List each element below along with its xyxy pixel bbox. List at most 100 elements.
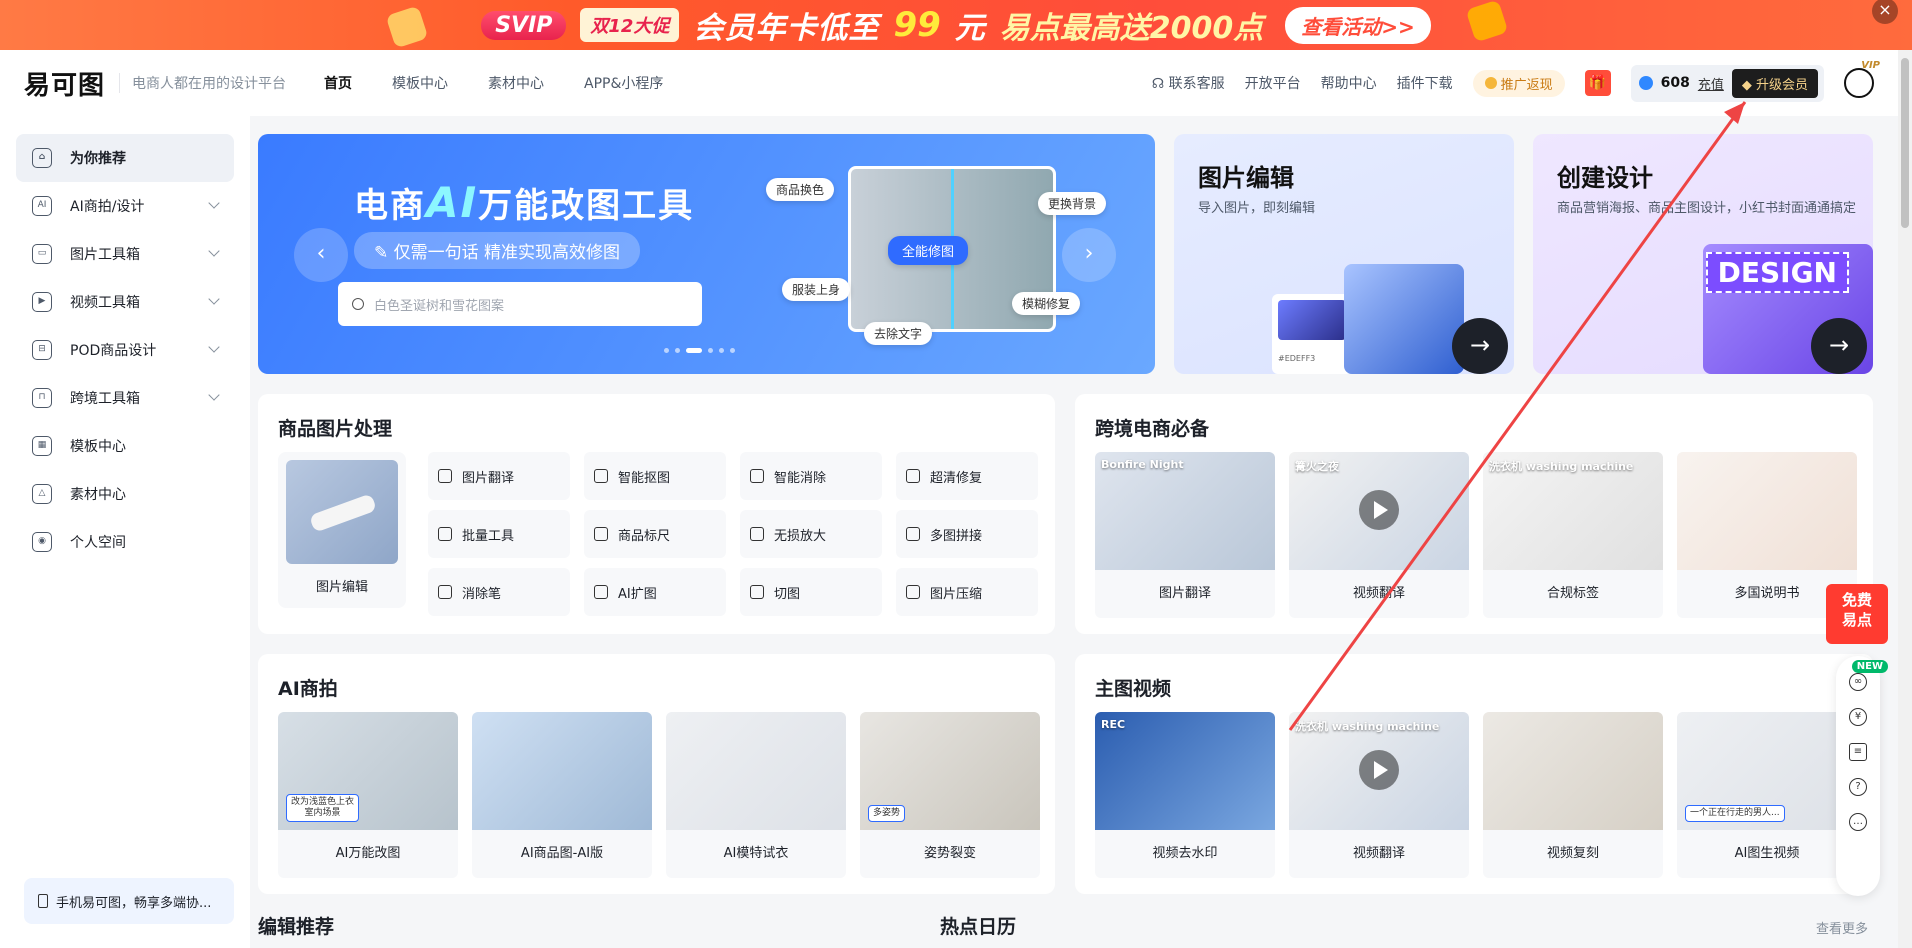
create-design-go-button[interactable]: → [1811, 318, 1867, 374]
tag-recolor[interactable]: 商品换色 [766, 178, 835, 201]
ai_shoot-card[interactable]: 多姿势 姿势裂变 [860, 712, 1040, 878]
tag-all-in-one[interactable]: 全能修图 [888, 236, 969, 265]
open-platform-link[interactable]: 开放平台 [1245, 73, 1301, 93]
sidebar-item-7[interactable]: △ 素材中心 [16, 470, 234, 518]
carousel-dot[interactable] [730, 348, 735, 353]
sidebar-item-6[interactable]: ▦ 模板中心 [16, 422, 234, 470]
promo-return-button[interactable]: 推广返现 [1472, 69, 1565, 97]
avatar[interactable]: VIP [1844, 60, 1880, 98]
chevron-down-icon[interactable] [208, 341, 220, 353]
crossborder-card[interactable]: 篝火之夜 视频翻译 [1289, 452, 1469, 618]
image-edit-go-button[interactable]: → [1452, 318, 1508, 374]
tool-item[interactable]: 智能抠图 [584, 452, 726, 500]
tag-clothing[interactable]: 服装上身 [782, 278, 851, 301]
main_video-card[interactable]: 洗衣机 washing machine 视频翻译 [1289, 712, 1469, 878]
tool-item[interactable]: 超清修复 [896, 452, 1038, 500]
tool-label: 多图拼接 [930, 528, 983, 544]
chat-icon[interactable]: … [1849, 813, 1867, 831]
carousel-dot[interactable] [708, 348, 713, 353]
carousel-dot[interactable] [675, 348, 680, 353]
sidebar-item-0[interactable]: ⌂ 为你推荐 [16, 134, 234, 182]
recharge-link[interactable]: 充值 [1698, 74, 1724, 93]
hero-prev-button[interactable]: ‹ [294, 228, 348, 282]
scrollbar-thumb[interactable] [1901, 58, 1909, 228]
document-icon[interactable]: ≡ [1849, 743, 1867, 761]
hero-banner[interactable]: 电商AI万能改图工具 ✎ 仅需一句话 精准实现高效修图 白色圣诞树和雪花图案 ‹… [258, 134, 1155, 374]
tag-background[interactable]: 更换背景 [1038, 192, 1107, 215]
nav-app[interactable]: APP&小程序 [584, 73, 663, 93]
upgrade-member-button[interactable]: ◆ 升级会员 [1731, 68, 1818, 98]
main_video-card[interactable]: 视频复刻 [1483, 712, 1663, 878]
view-more-link[interactable]: 查看更多 [1816, 918, 1868, 937]
help-center-link[interactable]: 帮助中心 [1321, 73, 1377, 93]
crossborder-card[interactable]: Bonfire Night 图片翻译 [1095, 452, 1275, 618]
tool-label: 消除笔 [462, 586, 502, 602]
help-icon[interactable]: ? [1849, 778, 1867, 796]
mobile-app-promo[interactable]: 手机易可图，畅享多端协... [24, 878, 234, 924]
top-header: 易可图 电商人都在用的设计平台 首页 模板中心 素材中心 APP&小程序 ☊ 联… [0, 50, 1898, 116]
tool-item[interactable]: 切图 [740, 568, 882, 616]
hero-search-input[interactable]: 白色圣诞树和雪花图案 [338, 282, 702, 326]
free-points-button[interactable]: 免费易点 [1826, 584, 1888, 644]
main_video-card[interactable]: 一个正在行走的男人... AI图生视频 [1677, 712, 1857, 878]
promo-banner[interactable]: SVIP 双12大促 会员年卡低至 99 元 易点最高送2000点 查看活动>>… [0, 0, 1912, 50]
tool-item[interactable]: 消除笔 [428, 568, 570, 616]
yuan-icon[interactable]: ¥ [1849, 708, 1867, 726]
carousel-dots [664, 348, 735, 353]
main_video-card[interactable]: REC 视频去水印 [1095, 712, 1275, 878]
logo[interactable]: 易可图 [24, 65, 105, 102]
close-icon[interactable]: × [1872, 0, 1898, 24]
tool-item[interactable]: 图片压缩 [896, 568, 1038, 616]
hero-next-button[interactable]: › [1062, 228, 1116, 282]
video-icon: ▶ [32, 292, 52, 312]
carousel-dot[interactable] [719, 348, 724, 353]
ai_shoot-card[interactable]: AI商品图-AI版 [472, 712, 652, 878]
tool-item[interactable]: AI扩图 [584, 568, 726, 616]
image-edit-card[interactable]: 图片编辑 导入图片，即刻编辑 #EDEFF3 → [1174, 134, 1514, 374]
nav-templates[interactable]: 模板中心 [392, 73, 448, 93]
sidebar-item-8[interactable]: ◉ 个人空间 [16, 518, 234, 566]
page-scrollbar[interactable] [1898, 50, 1912, 948]
chevron-down-icon[interactable] [208, 293, 220, 305]
hero-title: 电商AI万能改图工具 [354, 178, 694, 227]
sidebar-item-label: 个人空间 [70, 535, 126, 551]
headset-icon: ☊ [1151, 76, 1169, 92]
upgrade-label: 升级会员 [1755, 77, 1808, 93]
tool-label: 智能抠图 [618, 470, 671, 486]
ai_shoot-label: AI万能改图 [335, 846, 401, 861]
tool-item[interactable]: 多图拼接 [896, 510, 1038, 558]
view-activity-button[interactable]: 查看活动>> [1285, 6, 1431, 44]
link-icon[interactable]: ∞ [1849, 673, 1867, 691]
hero-subtitle: ✎ 仅需一句话 精准实现高效修图 [354, 232, 641, 269]
sidebar-item-5[interactable]: ⊓ 跨境工具箱 [16, 374, 234, 422]
nav-home[interactable]: 首页 [324, 73, 352, 93]
chevron-down-icon[interactable] [208, 389, 220, 401]
carousel-dot-active[interactable] [686, 348, 702, 353]
tool-item[interactable]: 无损放大 [740, 510, 882, 558]
sidebar-item-4[interactable]: ⊟ POD商品设计 [16, 326, 234, 374]
tag-deblur[interactable]: 模糊修复 [1012, 292, 1081, 315]
ai_shoot-card[interactable]: AI模特试衣 [666, 712, 846, 878]
crossborder-card[interactable]: 洗衣机 washing machine 合规标签 [1483, 452, 1663, 618]
sidebar-item-3[interactable]: ▶ 视频工具箱 [16, 278, 234, 326]
tool-item[interactable]: 图片翻译 [428, 452, 570, 500]
tool-item[interactable]: 批量工具 [428, 510, 570, 558]
plugin-download-link[interactable]: 插件下载 [1397, 73, 1453, 93]
tool-image-edit[interactable]: 图片编辑 [278, 452, 406, 608]
contact-service-link[interactable]: ☊ 联系客服 [1152, 73, 1225, 93]
gift-icon[interactable]: 🎁 [1584, 70, 1611, 96]
nav-materials[interactable]: 素材中心 [488, 73, 544, 93]
chevron-down-icon[interactable] [208, 245, 220, 257]
play-icon[interactable] [1359, 750, 1399, 790]
ai_shoot-card[interactable]: 改为浅蓝色上衣 室内场景 AI万能改图 [278, 712, 458, 878]
sidebar-item-2[interactable]: ▭ 图片工具箱 [16, 230, 234, 278]
tag-remove-text[interactable]: 去除文字 [864, 322, 933, 345]
hero-title-b: 万能改图工具 [478, 186, 695, 226]
tool-item[interactable]: 智能消除 [740, 452, 882, 500]
play-icon[interactable] [1359, 490, 1399, 530]
chevron-down-icon[interactable] [208, 197, 220, 209]
create-design-card[interactable]: 创建设计 商品营销海报、商品主图设计，小红书封面通通搞定 DESIGN → [1533, 134, 1873, 374]
carousel-dot[interactable] [664, 348, 669, 353]
sidebar-item-1[interactable]: AI AI商拍/设计 [16, 182, 234, 230]
tool-item[interactable]: 商品标尺 [584, 510, 726, 558]
